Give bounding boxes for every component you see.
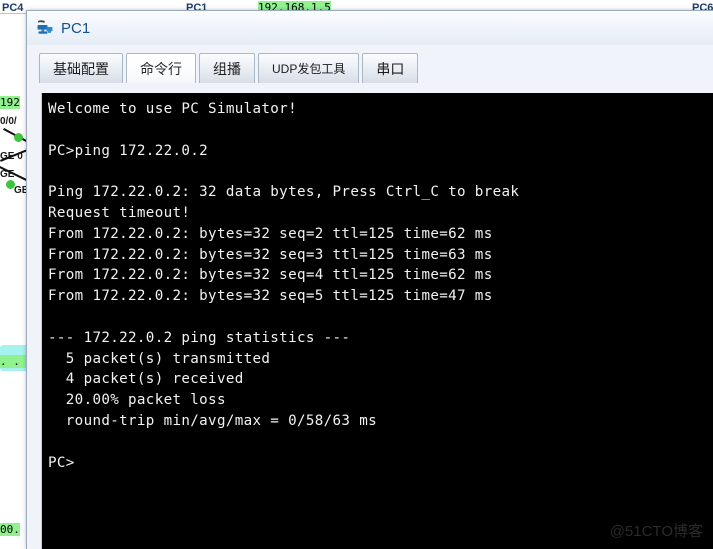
topology-label: 00.	[0, 523, 20, 536]
terminal-line: 4 packet(s) received	[48, 371, 244, 388]
terminal-line: Request timeout!	[48, 204, 191, 221]
tab-serial-port[interactable]: 串口	[362, 53, 419, 83]
terminal-line: PC>	[48, 454, 75, 471]
tab-udp-sender[interactable]: UDP发包工具	[258, 53, 360, 83]
topology-label: GE 0	[0, 151, 23, 162]
terminal-line: --- 172.22.0.2 ping statistics ---	[48, 329, 351, 346]
tab-label: 串口	[376, 60, 405, 77]
topology-label: 192	[0, 96, 20, 109]
tab-command-line[interactable]: 命令行	[126, 53, 196, 83]
terminal-line: 5 packet(s) transmitted	[48, 350, 271, 367]
terminal-output: Welcome to use PC Simulator! PC>ping 172.…	[48, 99, 713, 473]
terminal-console[interactable]: Welcome to use PC Simulator! PC>ping 172.…	[42, 93, 713, 549]
terminal-line: From 172.22.0.2: bytes=32 seq=4 ttl=125 …	[48, 267, 493, 284]
tab-bar: 基础配置 命令行 组播 UDP发包工具 串口	[27, 45, 713, 83]
terminal-line: From 172.22.0.2: bytes=32 seq=3 ttl=125 …	[48, 246, 493, 263]
window-title-bar: PC1	[27, 11, 713, 45]
terminal-line: From 172.22.0.2: bytes=32 seq=2 ttl=125 …	[48, 225, 493, 242]
pc1-window: PC1 基础配置 命令行 组播 UDP发包工具 串口 Welcome to use PC…	[26, 10, 713, 549]
terminal-line: From 172.22.0.2: bytes=32 seq=5 ttl=125 …	[48, 288, 493, 305]
topology-label: 0/0/	[0, 116, 17, 127]
terminal-line: PC>ping 172.22.0.2	[48, 142, 209, 159]
terminal-panel: Welcome to use PC Simulator! PC>ping 172.…	[41, 93, 713, 549]
terminal-line: Ping 172.22.0.2: 32 data bytes, Press Ct…	[48, 184, 520, 201]
terminal-line: Welcome to use PC Simulator!	[48, 101, 297, 117]
tab-label: 组播	[213, 60, 241, 77]
watermark-label: @51CTO博客	[609, 523, 703, 540]
topology-node	[14, 133, 23, 142]
tab-label: 基础配置	[53, 60, 109, 77]
topology-label: GE	[0, 169, 15, 180]
window-title-label: PC1	[61, 19, 91, 37]
terminal-line: 20.00% packet loss	[48, 392, 226, 409]
terminal-line: round-trip min/avg/max = 0/58/63 ms	[48, 412, 377, 429]
tab-label: UDP发包工具	[272, 62, 346, 76]
tab-label: 命令行	[140, 60, 182, 77]
pc-terminal-icon	[35, 18, 55, 38]
tab-basic-config[interactable]: 基础配置	[39, 53, 123, 83]
tab-multicast[interactable]: 组播	[199, 53, 255, 83]
topology-label: PC4	[2, 2, 24, 14]
